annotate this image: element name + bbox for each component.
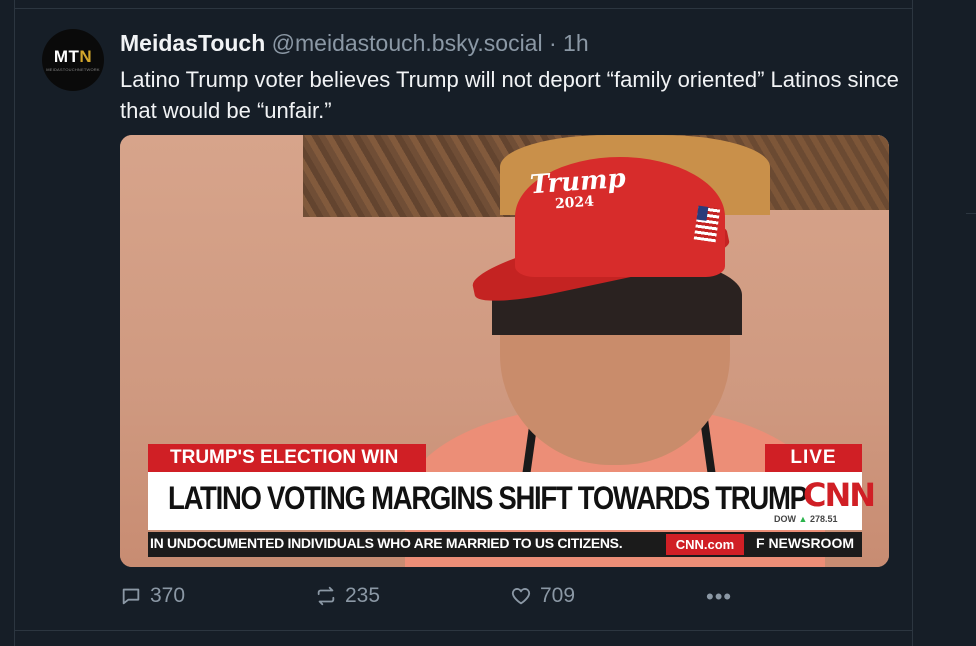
- avatar-logo-accent: N: [79, 47, 93, 66]
- headline-text: LATINO VOTING MARGINS SHIFT TOWARDS TRUM…: [168, 480, 808, 516]
- repost-button[interactable]: 235: [315, 584, 380, 608]
- dow-up-icon: ▲: [798, 514, 808, 524]
- flag-icon: [693, 205, 721, 243]
- like-count: 709: [540, 584, 576, 607]
- post-divider-top: [14, 8, 912, 9]
- repost-icon: [317, 586, 335, 606]
- post-divider-bottom: [14, 630, 912, 631]
- avatar-subtext: MEIDASTOUCHNETWORK: [46, 67, 100, 72]
- section-label: TRUMP'S ELECTION WIN: [148, 444, 426, 472]
- action-bar: 370 235 709 •••: [0, 584, 976, 612]
- heart-icon: [511, 588, 531, 605]
- post-time[interactable]: 1h: [563, 30, 589, 56]
- news-ticker: IN UNDOCUMENTED INDIVIDUALS WHO ARE MARR…: [148, 532, 862, 557]
- avatar-logo: MTN: [54, 48, 92, 65]
- dow-label: DOW: [774, 514, 796, 524]
- separator-dot: ·: [548, 30, 557, 56]
- column-border-right: [912, 0, 913, 646]
- ticker-right-text: F NEWSROOM: [756, 535, 854, 551]
- avatar-logo-text: MTN: [53, 47, 93, 66]
- side-divider: [966, 213, 976, 214]
- author-handle[interactable]: @meidastouch.bsky.social: [272, 30, 543, 56]
- more-options-button[interactable]: •••: [706, 584, 732, 610]
- reply-icon: [122, 588, 140, 605]
- column-border-left: [14, 0, 15, 646]
- headline-banner: LATINO VOTING MARGINS SHIFT TOWARDS TRUM…: [148, 472, 876, 530]
- avatar[interactable]: MTN MEIDASTOUCHNETWORK: [42, 29, 104, 91]
- live-badge: LIVE: [765, 444, 862, 472]
- ticker-brand: CNN.com: [666, 534, 744, 555]
- video-thumbnail[interactable]: Trump 2024 TRUMP'S ELECTION WIN LIVE LAT…: [120, 135, 889, 567]
- post-text: Latino Trump voter believes Trump will n…: [120, 67, 899, 123]
- reply-button[interactable]: 370: [120, 584, 185, 608]
- post-header: MeidasTouch @meidastouch.bsky.social · 1…: [120, 30, 589, 57]
- dow-ticker: DOW ▲ 278.51: [774, 514, 837, 524]
- ticker-text: IN UNDOCUMENTED INDIVIDUALS WHO ARE MARR…: [150, 535, 623, 551]
- cap-year: 2024: [554, 193, 595, 213]
- like-button[interactable]: 709: [510, 584, 575, 608]
- author-name[interactable]: MeidasTouch: [120, 30, 265, 56]
- reply-count: 370: [150, 584, 186, 607]
- repost-count: 235: [345, 584, 381, 607]
- dow-value: 278.51: [809, 514, 838, 524]
- cnn-logo-icon: CNN: [803, 476, 876, 514]
